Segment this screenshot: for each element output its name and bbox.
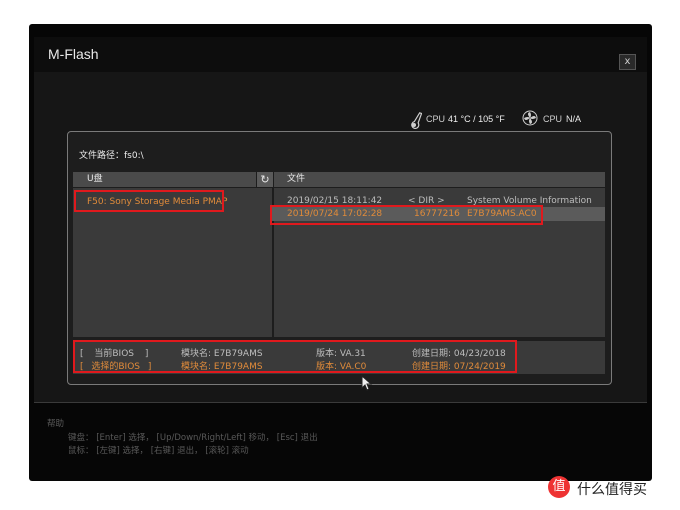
window-title: M-Flash	[48, 46, 99, 62]
annotation-box-bios	[73, 340, 517, 373]
files-header: 文件	[274, 172, 605, 187]
files-header-label: 文件	[287, 174, 306, 184]
cpu-temp-label: CPU	[426, 114, 446, 124]
mouse-cursor-icon	[361, 375, 373, 391]
drives-header-label: U盘	[87, 174, 103, 184]
help-mouse: 鼠标： [左键] 选择， [右键] 退出， [滚轮] 滚动	[68, 446, 249, 456]
drives-header: U盘	[73, 172, 256, 187]
close-button[interactable]: x	[619, 54, 636, 70]
refresh-button[interactable]: ↻	[257, 172, 273, 187]
title-bar	[34, 37, 647, 72]
annotation-box-drive	[74, 190, 224, 212]
cpu-fan-value: N/A	[566, 114, 582, 124]
refresh-icon: ↻	[260, 173, 270, 186]
close-icon: x	[624, 56, 631, 67]
help-keyboard: 键盘： [Enter] 选择， [Up/Down/Right/Left] 移动，…	[68, 433, 318, 443]
fan-icon	[522, 110, 538, 126]
watermark-logo: 值	[548, 476, 570, 498]
help-title: 帮助	[47, 419, 65, 429]
watermark-text: 什么值得买	[577, 482, 647, 498]
annotation-box-file	[270, 205, 543, 225]
cpu-temp-value: 41 °C / 105 °F	[448, 114, 505, 124]
divider	[34, 402, 647, 403]
cpu-fan-label: CPU	[543, 114, 563, 124]
file-path-label: 文件路径：fs0:\	[79, 151, 144, 161]
thermometer-icon	[411, 112, 422, 129]
